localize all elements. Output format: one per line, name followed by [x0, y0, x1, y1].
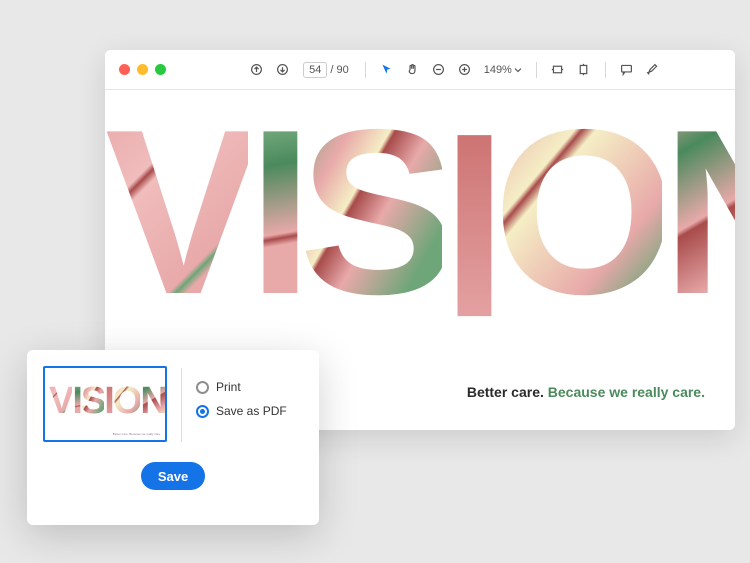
separator	[365, 62, 366, 78]
divider	[181, 368, 182, 442]
fit-page-icon[interactable]	[573, 59, 595, 81]
maximize-icon[interactable]	[155, 64, 166, 75]
page-thumbnail[interactable]: VISION Better care. Because we really ca…	[43, 366, 167, 442]
tagline-bold: Better care.	[467, 384, 544, 400]
radio-icon	[196, 381, 209, 394]
save-button[interactable]: Save	[141, 462, 205, 490]
tagline-accent: Because we really care.	[548, 384, 705, 400]
thumbnail-tagline: Better care. Because we really care.	[113, 432, 161, 436]
vision-headline: VISION	[105, 100, 735, 323]
page-current-input[interactable]: 54	[303, 62, 327, 78]
fit-width-icon[interactable]	[547, 59, 569, 81]
close-icon[interactable]	[119, 64, 130, 75]
comment-icon[interactable]	[616, 59, 638, 81]
page-indicator: 54 / 90	[303, 62, 349, 78]
radio-icon	[196, 405, 209, 418]
separator	[605, 62, 606, 78]
separator	[536, 62, 537, 78]
page-total: 90	[336, 64, 348, 76]
select-tool-icon[interactable]	[376, 59, 398, 81]
toolbar: 54 / 90 149%	[188, 59, 721, 81]
option-save-pdf[interactable]: Save as PDF	[196, 404, 287, 418]
option-pdf-label: Save as PDF	[216, 404, 287, 418]
hand-tool-icon[interactable]	[402, 59, 424, 81]
zoom-in-icon[interactable]	[454, 59, 476, 81]
minimize-icon[interactable]	[137, 64, 148, 75]
zoom-out-icon[interactable]	[428, 59, 450, 81]
option-print[interactable]: Print	[196, 380, 287, 394]
export-options: Print Save as PDF	[196, 366, 287, 418]
chevron-down-icon	[514, 66, 522, 74]
highlight-icon[interactable]	[642, 59, 664, 81]
window-controls	[119, 64, 166, 75]
save-dialog: VISION Better care. Because we really ca…	[27, 350, 319, 525]
page-up-icon[interactable]	[245, 59, 267, 81]
page-down-icon[interactable]	[271, 59, 293, 81]
zoom-dropdown[interactable]: 149%	[484, 64, 522, 76]
titlebar: 54 / 90 149%	[105, 50, 735, 90]
tagline: Better care. Because we really care.	[467, 384, 705, 400]
option-print-label: Print	[216, 380, 241, 394]
zoom-value: 149%	[484, 64, 512, 76]
page-slash: /	[330, 64, 333, 76]
thumbnail-preview: VISION	[49, 380, 166, 423]
